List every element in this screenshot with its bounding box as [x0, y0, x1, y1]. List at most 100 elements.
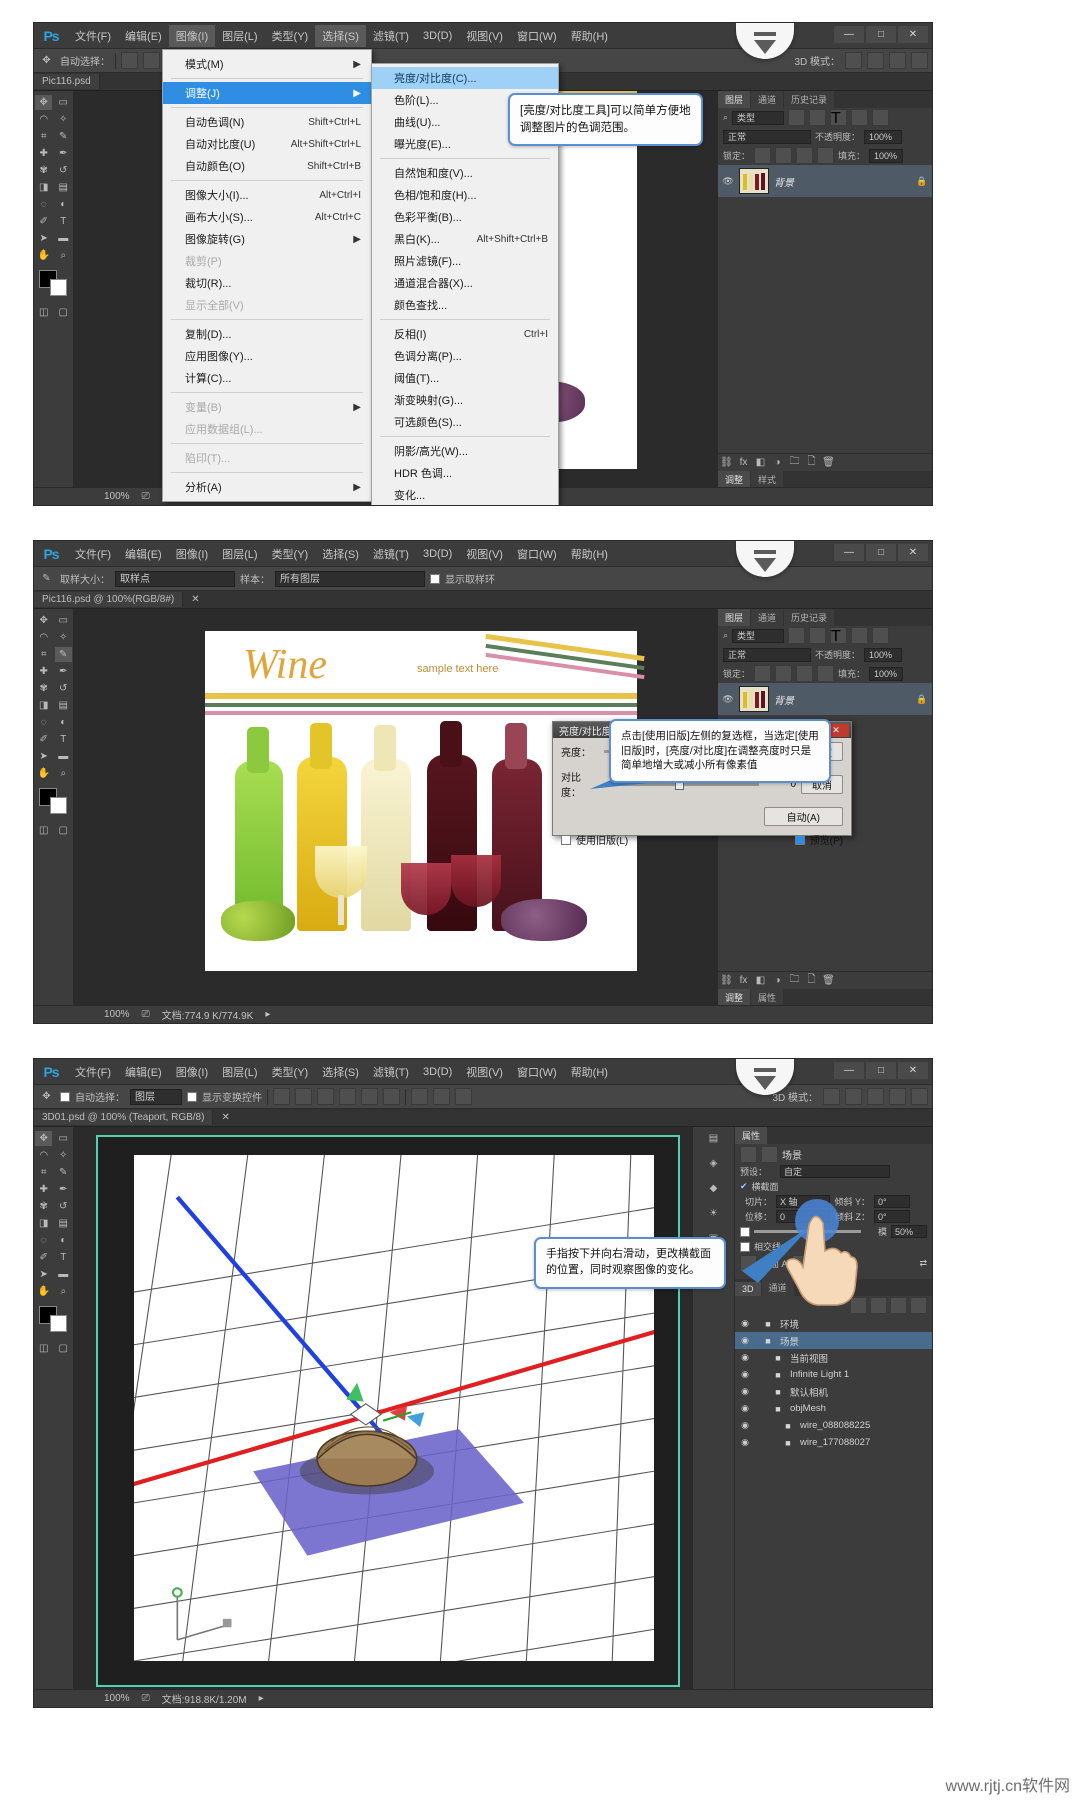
menu-item[interactable]: 应用图像(Y)...	[163, 345, 371, 367]
menu-edit-3[interactable]: 编辑(E)	[118, 1061, 169, 1083]
maximize-button[interactable]: □	[866, 26, 896, 43]
background-color-swatch[interactable]	[50, 279, 67, 296]
hand-tool[interactable]: ✋	[35, 248, 52, 263]
tilt-y-value[interactable]: 0°	[874, 1195, 910, 1208]
blur-tool[interactable]: ◌	[35, 197, 52, 212]
hand-tool-3[interactable]: ✋	[35, 1284, 52, 1299]
menu-edit[interactable]: 编辑(E)	[118, 25, 169, 47]
scale-3d-icon-3[interactable]	[911, 1088, 928, 1105]
eye-icon[interactable]: ◉	[739, 1318, 751, 1329]
legacy-checkbox[interactable]	[561, 835, 571, 845]
align-middle-icon-3[interactable]	[361, 1088, 378, 1105]
menu-window[interactable]: 窗口(W)	[510, 25, 564, 47]
menu-item[interactable]: 画布大小(S)...Alt+Ctrl+C	[163, 206, 371, 228]
menu-item[interactable]: 亮度/对比度(C)...	[372, 67, 558, 89]
blur-tool-3[interactable]: ◌	[35, 1233, 52, 1248]
shape-tool-2[interactable]: ▬	[55, 749, 72, 764]
eraser-tool[interactable]: ◨	[35, 180, 52, 195]
maximize-button-3[interactable]: □	[866, 1062, 896, 1079]
align-left-icon-3[interactable]	[273, 1088, 290, 1105]
healing-tool-3[interactable]: ✚	[35, 1182, 52, 1197]
lasso-tool[interactable]: ◠	[35, 112, 52, 127]
menu-view-2[interactable]: 视图(V)	[459, 543, 510, 565]
lock-transparent-icon-2[interactable]	[754, 665, 771, 682]
scene-list-item[interactable]: ◉■场景	[735, 1332, 932, 1349]
drag-3d-icon-3[interactable]	[867, 1088, 884, 1105]
scene-list-item[interactable]: ◉■默认相机	[735, 1383, 932, 1400]
rotate-3d-icon[interactable]	[845, 52, 862, 69]
history-brush-tool-2[interactable]: ↺	[55, 681, 72, 696]
path-select-tool-2[interactable]: ➤	[35, 749, 52, 764]
pen-tool-2[interactable]: ✐	[35, 732, 52, 747]
document-tab-close-3[interactable]: ✕	[213, 1110, 237, 1125]
menu-filter[interactable]: 滤镜(T)	[366, 25, 416, 47]
adjustment-layer-icon-2[interactable]: ◑	[769, 973, 786, 988]
layer-row-background-1[interactable]: 👁 背景 🔒	[718, 165, 932, 197]
menu-file-2[interactable]: 文件(F)	[68, 543, 118, 565]
tilt-z-value[interactable]: 0°	[874, 1210, 910, 1223]
healing-tool[interactable]: ✚	[35, 146, 52, 161]
filter-adjust-icon[interactable]	[809, 109, 826, 126]
crop-tool[interactable]: ⌗	[35, 129, 52, 144]
minimize-button[interactable]: —	[834, 26, 864, 43]
menu-item[interactable]: 阈值(T)...	[372, 367, 558, 389]
scene-list-item[interactable]: ◉■环境	[735, 1315, 932, 1332]
sample-size-select-2[interactable]: 取样点	[115, 571, 235, 587]
menu-type-2[interactable]: 类型(Y)	[265, 543, 316, 565]
screen-mode-icon-3[interactable]: ▢	[55, 1341, 72, 1356]
lock-transparent-icon[interactable]	[754, 147, 771, 164]
filter-shape-icon-2[interactable]	[851, 627, 868, 644]
brush-tool[interactable]: ✒	[55, 146, 72, 161]
menu-item[interactable]: 通道混合器(X)...	[372, 272, 558, 294]
scene-settings-icon[interactable]	[740, 1146, 757, 1163]
zoom-level-2[interactable]: 100%	[104, 1009, 130, 1020]
stamp-tool-3[interactable]: ✾	[35, 1199, 52, 1214]
shape-tool-3[interactable]: ▬	[55, 1267, 72, 1282]
scene-tool-icon[interactable]: ▤	[705, 1131, 722, 1146]
lock-all-icon-2[interactable]	[817, 665, 834, 682]
menu-item[interactable]: 自然饱和度(V)...	[372, 162, 558, 184]
layer-style-icon-2[interactable]: fx	[735, 973, 752, 988]
eye-icon[interactable]: ◉	[739, 1335, 751, 1346]
auto-select-target-3[interactable]: 图层	[130, 1089, 182, 1105]
menu-help-2[interactable]: 帮助(H)	[564, 543, 615, 565]
lock-position-icon[interactable]	[796, 147, 813, 164]
menu-file[interactable]: 文件(F)	[68, 25, 118, 47]
menu-item[interactable]: 计算(C)...	[163, 367, 371, 389]
filter-smart-icon-2[interactable]	[872, 627, 889, 644]
gradient-tool[interactable]: ▤	[55, 180, 72, 195]
background-color-swatch-2[interactable]	[50, 797, 67, 814]
layer-visibility-icon[interactable]: 👁	[722, 176, 734, 187]
layer-visibility-icon-2[interactable]: 👁	[722, 694, 734, 705]
fill-value-2[interactable]: 100%	[869, 667, 903, 681]
scene-list-item[interactable]: ◉■objMesh	[735, 1400, 932, 1417]
3d-scene-list[interactable]: ◉■环境◉■场景◉■当前视图◉■Infinite Light 1◉■默认相机◉■…	[735, 1315, 932, 1451]
menu-type-3[interactable]: 类型(Y)	[265, 1061, 316, 1083]
hand-tool-2[interactable]: ✋	[35, 766, 52, 781]
menu-item[interactable]: 分析(A)▶	[163, 476, 371, 498]
crop-tool-3[interactable]: ⌗	[35, 1165, 52, 1180]
lock-all-icon[interactable]	[817, 147, 834, 164]
menu-item[interactable]: 黑白(K)...Alt+Shift+Ctrl+B	[372, 228, 558, 250]
zoom-tool-3[interactable]: ⌕	[55, 1284, 72, 1299]
screen-mode-icon[interactable]: ▢	[55, 305, 72, 320]
type-tool-3[interactable]: T	[55, 1250, 72, 1265]
filter-pixel-icon-2[interactable]	[788, 627, 805, 644]
slide-3d-icon[interactable]	[911, 52, 928, 69]
new-layer-icon[interactable]: 🗋	[803, 455, 820, 470]
3d-scene-viewport[interactable]	[134, 1155, 654, 1661]
menu-item[interactable]: HDR 色调...	[372, 462, 558, 484]
link-layers-icon-2[interactable]: ⛓	[718, 973, 735, 988]
brush-tool-3[interactable]: ✒	[55, 1182, 72, 1197]
preset-select[interactable]: 自定	[780, 1165, 890, 1178]
tab-properties-2[interactable]: 属性	[751, 989, 783, 1006]
menu-item[interactable]: 模式(M)▶	[163, 53, 371, 75]
maximize-button-2[interactable]: □	[866, 544, 896, 561]
dodge-tool-3[interactable]: ◐	[55, 1233, 72, 1248]
menu-image-3[interactable]: 图像(I)	[169, 1061, 215, 1083]
quick-mask-icon-3[interactable]: ◫	[35, 1341, 52, 1356]
link-layers-icon[interactable]: ⛓	[718, 455, 735, 470]
filter-pixel-icon[interactable]	[788, 109, 805, 126]
blend-mode-select-1[interactable]: 正常	[723, 130, 811, 144]
align-center-h-icon-3[interactable]	[295, 1088, 312, 1105]
